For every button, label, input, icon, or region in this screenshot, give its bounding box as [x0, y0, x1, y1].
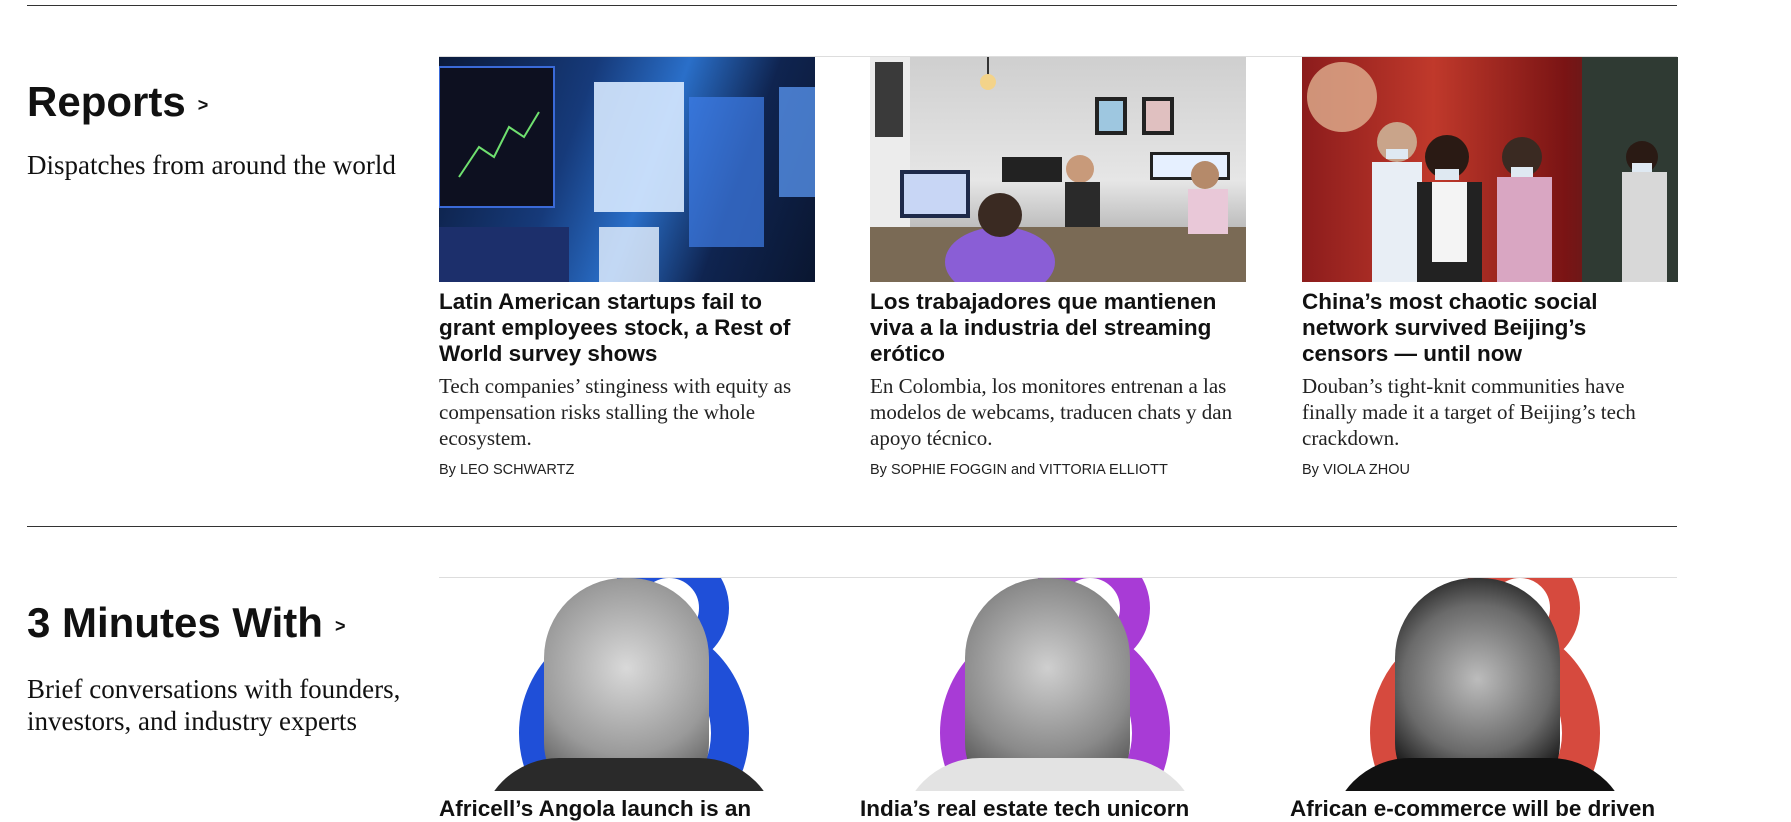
article-headline[interactable]: Latin American startups fail to grant em…	[439, 289, 815, 367]
three-minutes-card-1[interactable]	[439, 578, 815, 791]
article-dek: Tech companies’ stinginess with equity a…	[439, 374, 792, 450]
reports-title-text[interactable]: Reports	[27, 78, 186, 125]
article-headline-3[interactable]: African e-commerce will be driven	[1290, 796, 1655, 822]
trading-screens-photo[interactable]	[439, 57, 815, 282]
section-divider-top	[27, 5, 1677, 6]
report-card-1[interactable]: Latin American startups fail to grant em…	[439, 57, 815, 479]
trading-screens-illustration	[439, 66, 815, 282]
office-computers-photo[interactable]	[870, 57, 1246, 282]
portrait-man-purple-logo[interactable]	[860, 578, 1236, 791]
three-minutes-card-3[interactable]	[1290, 578, 1666, 791]
report-card-2[interactable]: Los trabajadores que mantienen viva a la…	[870, 57, 1246, 479]
masked-people-phones-photo[interactable]	[1302, 57, 1678, 282]
three-minutes-section-title[interactable]: 3 Minutes With >	[27, 599, 345, 650]
article-dek: Douban’s tight-knit communities have fin…	[1302, 374, 1636, 450]
article-headline-2[interactable]: India’s real estate tech unicorn	[860, 796, 1189, 822]
three-minutes-card-2[interactable]	[860, 578, 1236, 791]
masked-people-illustration	[1307, 57, 1678, 282]
reports-section-description: Dispatches from around the world	[27, 150, 396, 180]
article-headline-1[interactable]: Africell’s Angola launch is an	[439, 796, 751, 822]
article-byline[interactable]: By VIOLA ZHOU	[1302, 461, 1678, 479]
portrait-woman-red-logo[interactable]	[1290, 578, 1666, 791]
article-headline[interactable]: Los trabajadores que mantienen viva a la…	[870, 289, 1246, 367]
chevron-right-icon[interactable]: >	[198, 95, 209, 115]
article-dek: En Colombia, los monitores entrenan a la…	[870, 374, 1233, 450]
reports-section-title[interactable]: Reports >	[27, 78, 208, 129]
section-divider-middle	[27, 526, 1677, 527]
article-byline[interactable]: By LEO SCHWARTZ	[439, 461, 815, 479]
report-card-3[interactable]: China’s most chaotic social network surv…	[1302, 57, 1678, 479]
article-headline[interactable]: China’s most chaotic social network surv…	[1302, 289, 1678, 367]
three-minutes-section-description: Brief conversations with founders, inves…	[27, 674, 401, 736]
article-byline[interactable]: By SOPHIE FOGGIN and VITTORIA ELLIOTT	[870, 461, 1246, 479]
portrait-man-blue-logo[interactable]	[439, 578, 815, 791]
office-computers-illustration	[870, 57, 1246, 282]
chevron-right-icon[interactable]: >	[335, 616, 346, 636]
three-minutes-title-text[interactable]: 3 Minutes With	[27, 599, 323, 646]
